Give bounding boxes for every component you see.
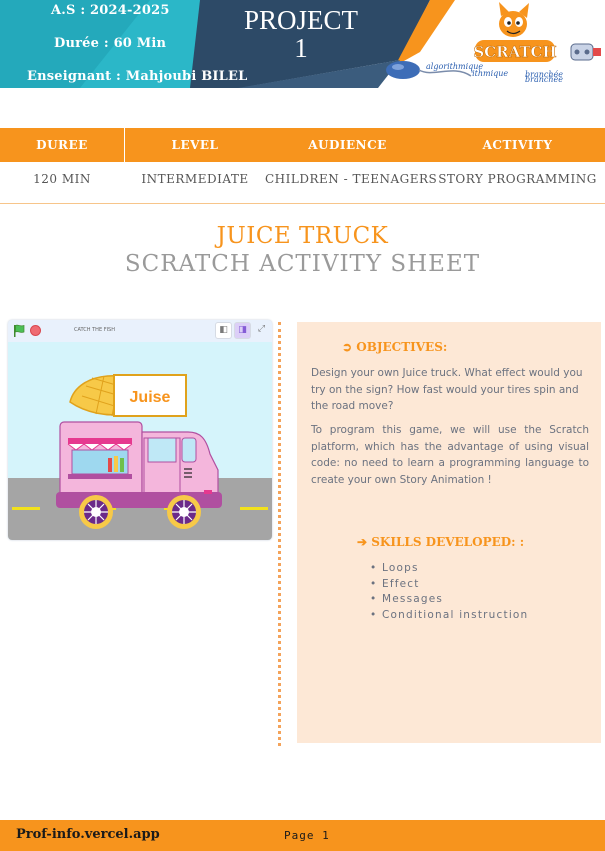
objectives-panel: ➲ OBJECTIVES: Design your own Juice truc… xyxy=(297,322,601,743)
list-item: Loops xyxy=(370,561,528,577)
svg-text:SCRATCH: SCRATCH xyxy=(473,43,556,61)
activity-title: JUICE TRUCK xyxy=(216,223,389,249)
header-level: LEVEL xyxy=(171,138,219,152)
logo-caption-algorithmique: algorithmique xyxy=(426,62,484,71)
stop-icon[interactable] xyxy=(30,325,41,336)
large-stage-button[interactable]: ◨ xyxy=(234,322,251,339)
green-flag-icon[interactable] xyxy=(13,324,26,338)
footer-site-link[interactable]: Prof-info.vercel.app xyxy=(16,827,160,842)
stage-toolbar: CATCH THE FISH ◧ ◨ ⤢ xyxy=(8,320,272,342)
school-year: A.S : 2024-2025 xyxy=(51,3,170,18)
objectives-paragraph-2: To program this game, we will use the Sc… xyxy=(311,424,589,486)
value-duree: 120 MIN xyxy=(33,172,91,186)
arrow-right-icon: ➔ xyxy=(357,535,372,549)
project-title: PROJECT 1 xyxy=(228,6,374,62)
list-item: Conditional instruction xyxy=(370,608,528,624)
page-footer: Prof-info.vercel.app Page 1 xyxy=(0,820,605,851)
value-level: INTERMEDIATE xyxy=(141,172,249,186)
scratch-cat-icon xyxy=(499,2,529,37)
stage-project-name: CATCH THE FISH xyxy=(74,327,115,333)
objectives-title: OBJECTIVES: xyxy=(356,340,448,354)
stage-scene[interactable]: Juise xyxy=(8,342,272,540)
teacher-name: Enseignant : Mahjoubi BILEL xyxy=(27,69,248,84)
header-banner: A.S : 2024-2025 Durée : 60 Min Enseignan… xyxy=(0,0,605,88)
skills-heading: ➔ SKILLS DEVELOPED: : xyxy=(357,535,524,549)
page-number: Page 1 xyxy=(284,829,330,842)
skills-list: Loops Effect Messages Conditional instru… xyxy=(370,561,528,623)
wheel-front xyxy=(167,495,201,529)
robot-icon xyxy=(570,43,601,61)
info-table-values: 120 MIN INTERMEDIATE CHILDREN - TEENAGER… xyxy=(0,162,605,204)
double-chevron-icon: ➲ xyxy=(342,340,357,354)
juice-bottles xyxy=(108,456,124,472)
value-audience: CHILDREN - TEENAGERS xyxy=(265,172,438,186)
column-divider xyxy=(278,322,281,746)
sign-text: Juise xyxy=(130,389,171,406)
header-activity: ACTIVITY xyxy=(482,138,553,152)
value-activity: STORY PROGRAMMING xyxy=(438,172,597,186)
header-duree: DUREE xyxy=(36,138,88,152)
session-duration: Durée : 60 Min xyxy=(54,36,167,51)
wheel-rear xyxy=(79,495,113,529)
fullscreen-button[interactable]: ⤢ xyxy=(253,322,270,339)
list-item: Messages xyxy=(370,592,528,608)
info-table-header: DUREE LEVEL AUDIENCE ACTIVITY xyxy=(0,128,605,162)
small-stage-icon: ◧ xyxy=(219,325,228,335)
small-stage-button[interactable]: ◧ xyxy=(215,322,232,339)
project-number: 1 xyxy=(294,33,308,63)
skills-title: SKILLS DEVELOPED: : xyxy=(371,535,525,549)
fullscreen-icon: ⤢ xyxy=(257,324,266,334)
objectives-paragraph-1: Design your own Juice truck. What effect… xyxy=(311,367,583,412)
large-stage-icon: ◨ xyxy=(238,325,247,335)
project-title-line1: PROJECT xyxy=(243,5,359,35)
list-item: Effect xyxy=(370,577,528,593)
activity-subtitle: SCRATCH ACTIVITY SHEET xyxy=(124,251,481,277)
objectives-heading: ➲ OBJECTIVES: xyxy=(342,340,447,354)
logo-caption-branchee: branchée xyxy=(525,70,563,79)
header-audience: AUDIENCE xyxy=(308,138,387,152)
scratch-stage: CATCH THE FISH ◧ ◨ ⤢ Juise xyxy=(8,320,272,540)
